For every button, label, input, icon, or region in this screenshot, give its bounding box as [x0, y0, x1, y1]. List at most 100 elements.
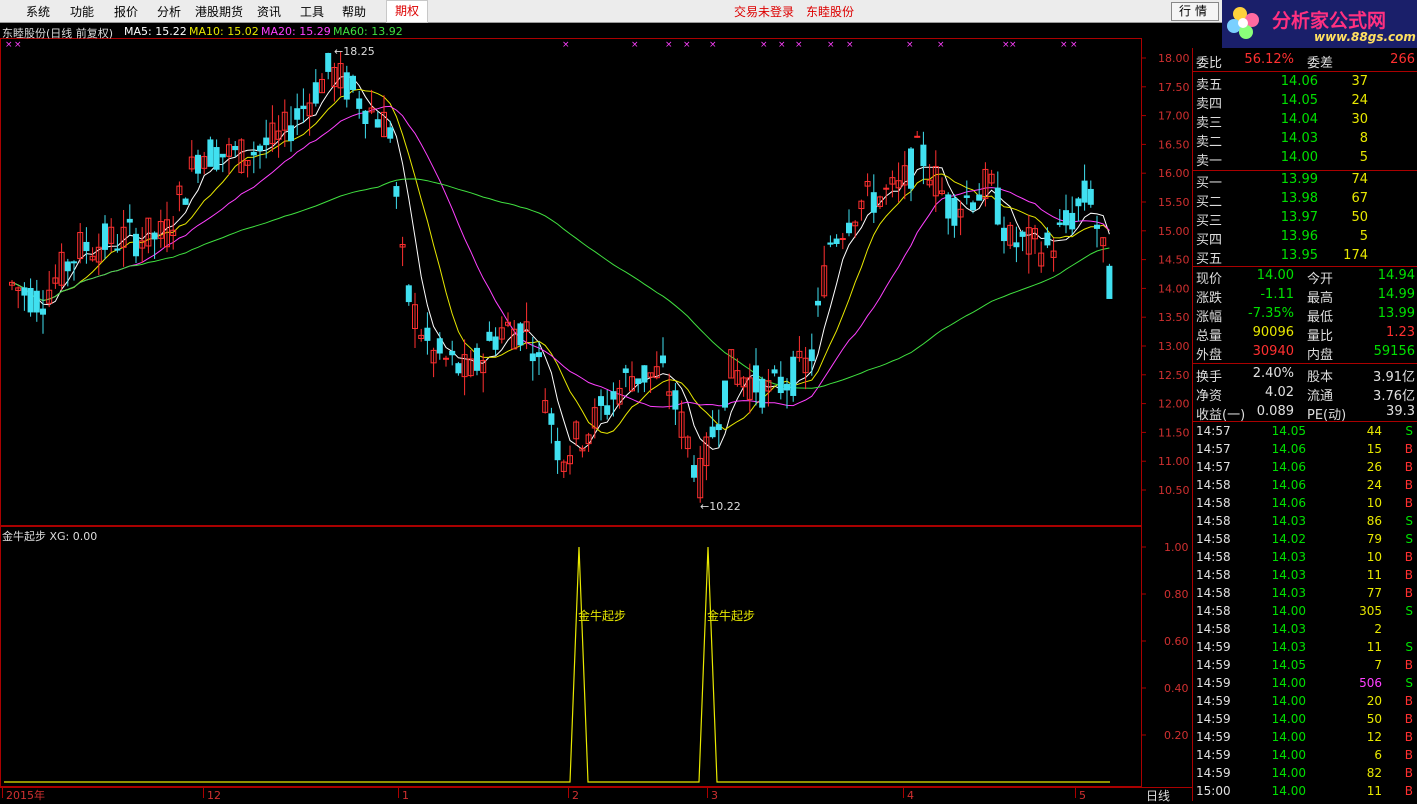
quote-cell: 13.99 [1377, 306, 1415, 321]
quote-cell: 14.00 [1271, 676, 1306, 690]
quote-cell: 14.00 [1271, 730, 1306, 744]
candle-down [126, 218, 133, 223]
high-price-mark: ←18.25 [334, 45, 375, 58]
bid-level-row: 买四 13.96 5 [1193, 229, 1417, 248]
menu-options-tab[interactable]: 期权 [386, 0, 428, 23]
period-tab-daily[interactable]: 日线 [1146, 787, 1170, 804]
quote-cell: 14.06 [1271, 460, 1306, 474]
login-status[interactable]: 交易未登录 [734, 3, 794, 20]
ma10-legend: MA10: 15.02 [189, 25, 259, 38]
candle-down [815, 300, 821, 306]
quote-cell: 3.76亿 [1373, 389, 1415, 404]
x-tick-label: 1 [402, 789, 409, 801]
menu-quote[interactable]: 报价 [114, 3, 138, 20]
quote-cell: 14.00 [1271, 694, 1306, 708]
market-button[interactable]: 行情 [1171, 2, 1219, 21]
quote-cell: 14.04 [1280, 112, 1318, 127]
y-tick-label: 12.50 [1158, 369, 1190, 382]
quote-cell: 14:58 [1196, 622, 1231, 636]
tick-row: 14:59 14.00 50 B [1193, 712, 1417, 730]
candle-down [133, 233, 139, 257]
candle-up [839, 238, 846, 241]
candle-down [486, 331, 493, 341]
quote-separator [1193, 170, 1417, 171]
candle-down [151, 232, 158, 240]
menu-help[interactable]: 帮助 [342, 3, 366, 20]
quote-cell: 3.91亿 [1373, 370, 1415, 385]
candle-down [691, 465, 697, 478]
quote-cell: 14:59 [1196, 676, 1231, 690]
ask-level-row: 卖二 14.03 8 [1193, 131, 1417, 150]
logo-url-text: www.88gs.com [1314, 30, 1416, 44]
candle-down [288, 125, 294, 142]
quote-cell: 14.00 [1256, 268, 1294, 283]
tick-row: 14:57 14.06 26 B [1193, 460, 1417, 478]
quote-cell: 2 [1374, 622, 1382, 636]
candle-down [517, 323, 524, 346]
y-tick-label: 15.00 [1158, 225, 1190, 238]
tick-row: 14:58 14.03 11 B [1193, 568, 1417, 586]
fundamental-row: 净资 4.02 流通 3.76亿 [1193, 385, 1417, 404]
ask-level-row: 卖五 14.06 37 [1193, 74, 1417, 93]
menu-news[interactable]: 资讯 [257, 3, 281, 20]
candle-down [963, 195, 970, 198]
quote-cell: 14:59 [1196, 748, 1231, 762]
tick-row: 14:58 14.06 24 B [1193, 478, 1417, 496]
quote-cell: 24 [1366, 478, 1382, 492]
tick-row: 14:57 14.05 44 S [1193, 424, 1417, 442]
chart-area[interactable]: 金牛起步 金牛起步 18.00 17.50 17.00 16.50 16.00 15.50 1… [0, 23, 1192, 801]
quote-separator [1193, 363, 1417, 364]
quote-cell: 37 [1351, 74, 1368, 89]
quote-cell: S [1405, 532, 1413, 546]
candle-down [294, 108, 301, 120]
candle-down [1019, 231, 1026, 237]
tick-row: 14:59 14.00 6 B [1193, 748, 1417, 766]
quote-cell: 14:58 [1196, 478, 1231, 492]
current-stock-name: 东睦股份 [806, 5, 855, 19]
candle-down [182, 198, 189, 205]
quote-cell: 14.05 [1280, 93, 1318, 108]
quote-cell: 56.12% [1244, 52, 1294, 67]
menu-hk-futures[interactable]: 港股期货 [195, 3, 243, 20]
menu-analysis[interactable]: 分析 [157, 3, 181, 20]
signal-x-marker: × [562, 40, 570, 50]
quote-cell: 86 [1366, 514, 1382, 528]
quote-cell: 14:58 [1196, 568, 1231, 582]
candle-down [393, 186, 400, 197]
signal-x-marker: × [5, 40, 13, 50]
candle-down [1056, 222, 1063, 225]
ma20-legend: MA20: 15.29 [261, 25, 331, 38]
x-tick-label: 3 [711, 789, 718, 801]
quote-cell: 59156 [1373, 344, 1415, 359]
y-tick-label: 11.50 [1158, 426, 1190, 439]
candle-down [753, 365, 759, 393]
candle-down [1106, 265, 1113, 299]
ind-tick-label: 0.80 [1164, 588, 1189, 601]
quote-cell: -7.35% [1248, 306, 1294, 321]
candle-down [554, 440, 561, 461]
candle-down [598, 396, 604, 406]
candle-down [300, 105, 307, 110]
menu-tools[interactable]: 工具 [300, 3, 324, 20]
quote-cell: B [1404, 730, 1413, 744]
candle-up [443, 357, 449, 360]
quote-cell: 14.06 [1280, 74, 1318, 89]
signal-x-marker: × [1070, 40, 1078, 50]
candle-down [356, 98, 363, 109]
ma10-line [11, 88, 1110, 434]
tick-row: 14:59 14.05 7 B [1193, 658, 1417, 676]
candle-down [362, 110, 369, 124]
quote-cell: 82 [1366, 766, 1382, 780]
signal-x-marker: × [631, 40, 639, 50]
quote-cell: 现价 [1196, 272, 1223, 287]
menu-function[interactable]: 功能 [70, 3, 94, 20]
ind-tick-label: 1.00 [1164, 541, 1189, 554]
stat-row: 外盘 30940 内盘 59156 [1193, 344, 1417, 363]
quote-cell: B [1404, 478, 1413, 492]
quote-cell: 90096 [1252, 325, 1294, 340]
menu-system[interactable]: 系统 [26, 3, 50, 20]
quote-cell: 30940 [1252, 344, 1294, 359]
candle-down [436, 338, 443, 354]
quote-cell: S [1405, 676, 1413, 690]
menu-bar: 系统 功能 报价 分析 港股期货 资讯 工具 帮助 期权 交易未登录 东睦股份 … [0, 0, 1417, 23]
